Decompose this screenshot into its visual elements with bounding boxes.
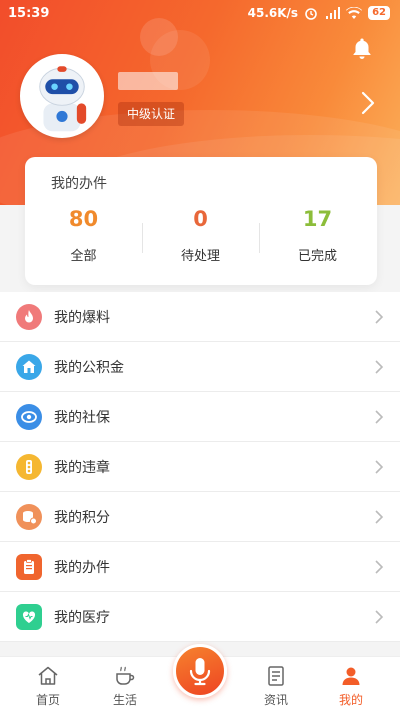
stat-pending-label: 待处理 — [180, 249, 220, 264]
home-icon — [38, 666, 58, 685]
alarm-icon — [305, 8, 317, 20]
menu-item-label: 我的违章 — [54, 460, 110, 476]
stat-completed-value: 17 — [302, 207, 333, 231]
robot-mascot-icon — [23, 57, 101, 135]
my-cases-card: 我的办件 80 全部 0 待处理 17 已完成 — [25, 157, 377, 285]
signal-icon — [326, 6, 341, 19]
nav-mine[interactable]: 我的 — [321, 664, 381, 708]
menu-item-cases[interactable]: 我的办件 — [0, 542, 400, 592]
chevron-right-icon — [375, 560, 384, 574]
battery-level: 62 — [368, 6, 390, 20]
social-security-icon — [16, 404, 42, 430]
stat-pending[interactable]: 0 待处理 — [142, 207, 259, 264]
clipboard-icon — [16, 554, 42, 580]
nav-mine-label: 我的 — [338, 693, 363, 707]
medical-heart-icon — [16, 604, 42, 630]
menu-item-label: 我的公积金 — [54, 360, 124, 376]
stat-all[interactable]: 80 全部 — [25, 207, 142, 264]
menu-item-label: 我的积分 — [54, 510, 110, 526]
news-icon — [268, 666, 284, 686]
username-redacted — [118, 72, 178, 90]
stat-completed[interactable]: 17 已完成 — [259, 207, 376, 264]
nav-life-label: 生活 — [112, 693, 137, 707]
menu-item-social-security[interactable]: 我的社保 — [0, 392, 400, 442]
nav-home[interactable]: 首页 — [18, 664, 78, 708]
nav-news[interactable]: 资讯 — [246, 664, 306, 708]
chevron-right-icon[interactable] — [360, 90, 376, 116]
status-bar: 15:39 45.6K/s 62 — [0, 0, 400, 28]
chevron-right-icon — [375, 460, 384, 474]
menu-item-report[interactable]: 我的爆料 — [0, 292, 400, 342]
my-cases-title: 我的办件 — [51, 176, 107, 192]
chevron-right-icon — [375, 310, 384, 324]
house-icon — [16, 354, 42, 380]
fire-icon — [16, 304, 42, 330]
stat-all-label: 全部 — [70, 249, 97, 264]
nav-news-label: 资讯 — [263, 693, 288, 707]
nav-home-label: 首页 — [35, 693, 60, 707]
chevron-right-icon — [375, 360, 384, 374]
chevron-right-icon — [375, 410, 384, 424]
menu-list: 我的爆料 我的公积金 我的社保 我的违章 我的积分 我的办件 我的医疗 — [0, 292, 400, 642]
coffee-icon — [116, 666, 135, 685]
bell-icon[interactable] — [350, 36, 374, 60]
menu-item-label: 我的社保 — [54, 410, 110, 426]
avatar[interactable] — [20, 54, 104, 138]
menu-item-label: 我的办件 — [54, 560, 110, 576]
nav-life[interactable]: 生活 — [95, 664, 155, 708]
stat-all-value: 80 — [68, 207, 99, 231]
wifi-icon — [346, 6, 363, 19]
menu-item-violations[interactable]: 我的违章 — [0, 442, 400, 492]
status-time: 15:39 — [8, 6, 50, 21]
cert-badge: 中级认证 — [118, 102, 185, 126]
network-speed: 45.6K/s — [247, 6, 299, 20]
coins-icon — [16, 504, 42, 530]
person-icon — [342, 667, 360, 685]
traffic-light-icon — [16, 454, 42, 480]
microphone-icon — [189, 658, 211, 686]
menu-item-housing-fund[interactable]: 我的公积金 — [0, 342, 400, 392]
chevron-right-icon — [375, 510, 384, 524]
menu-item-medical[interactable]: 我的医疗 — [0, 592, 400, 642]
menu-item-label: 我的爆料 — [54, 310, 110, 326]
menu-item-points[interactable]: 我的积分 — [0, 492, 400, 542]
voice-button[interactable] — [173, 644, 227, 698]
status-right: 45.6K/s 62 — [248, 6, 390, 20]
menu-item-label: 我的医疗 — [54, 610, 110, 626]
stat-pending-value: 0 — [193, 207, 208, 231]
chevron-right-icon — [375, 610, 384, 624]
stat-completed-label: 已完成 — [297, 249, 337, 264]
